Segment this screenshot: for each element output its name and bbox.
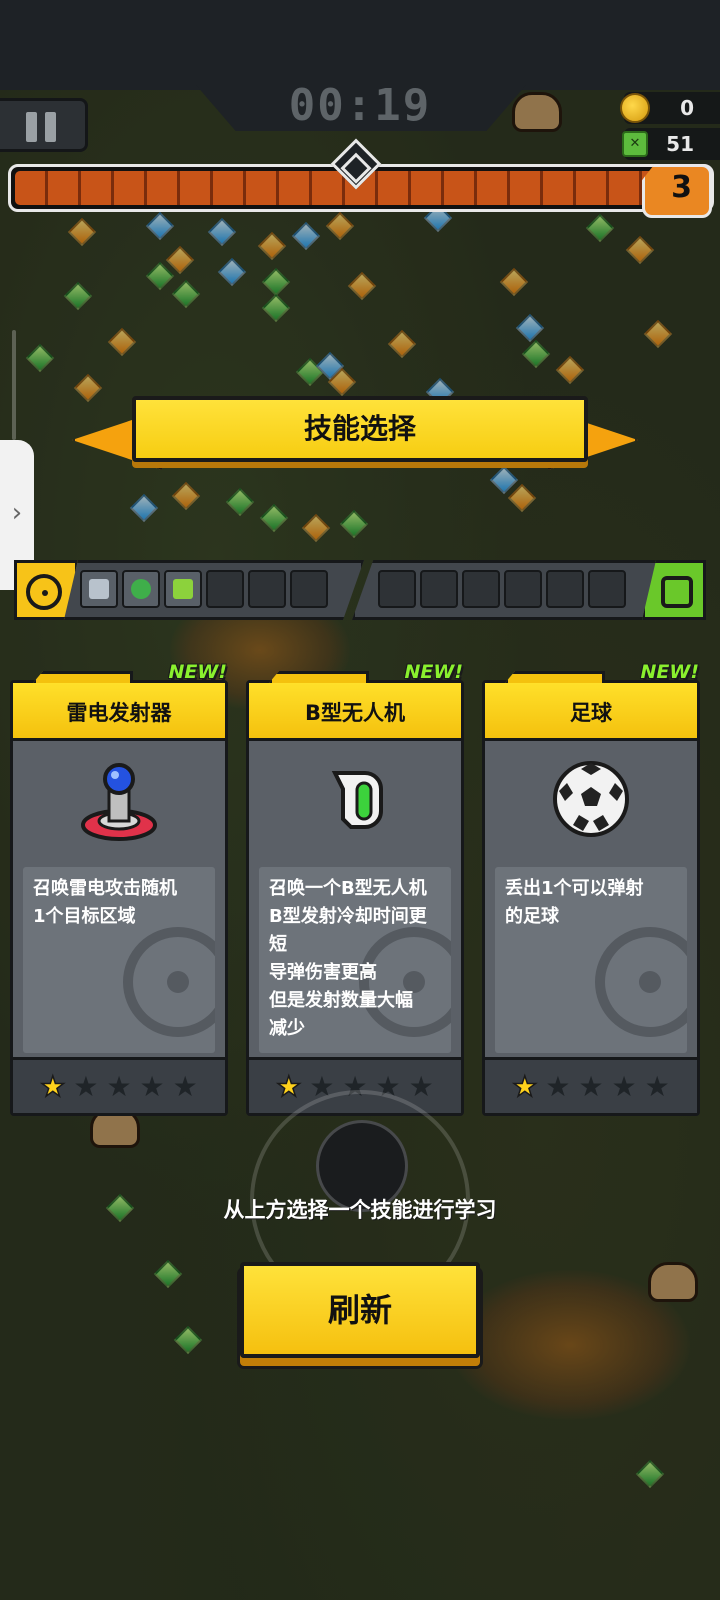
skill-card[interactable]: 足球 NEW! 丢出1个可以弹射 的足球 ★ ★ ★ ★ ★ [482, 661, 700, 1116]
skull-icon: ✕ [622, 131, 648, 157]
skill-card-description-box: 丢出1个可以弹射 的足球 [495, 867, 687, 1053]
star-icon: ★ [139, 1069, 165, 1103]
weapon-slot [80, 570, 118, 608]
passive-chip-icon [661, 576, 693, 608]
weapon-slot [164, 570, 202, 608]
instruction-text: 从上方选择一个技能进行学习 [223, 1198, 497, 1222]
skill-select-title: 技能选择 [132, 396, 588, 462]
skill-level-stars: ★ ★ ★ ★ ★ [13, 1057, 225, 1113]
skill-card[interactable]: 雷电发射器 NEW! 召唤雷电攻击随机 1个目标区域 ★ ★ ★ ★ ★ [10, 661, 228, 1116]
crosshair-icon [26, 574, 62, 610]
skill-card-description: 丢出1个可以弹射 的足球 [505, 878, 644, 927]
passive-slot [588, 570, 626, 608]
skill-level-stars: ★ ★ ★ ★ ★ [485, 1057, 697, 1113]
passive-slot [546, 570, 584, 608]
status-band [0, 0, 720, 90]
star-icon: ★ [511, 1069, 538, 1103]
passive-slot [462, 570, 500, 608]
weapon-slot [122, 570, 160, 608]
star-icon: ★ [611, 1069, 637, 1103]
card-tab [505, 671, 605, 683]
pause-button[interactable] [0, 98, 88, 152]
star-icon: ★ [39, 1069, 66, 1103]
skill-card-description-box: 召唤一个B型无人机 B型发射冷却时间更 短 导弹伤害更高 但是发射数量大幅 减少 [259, 867, 451, 1053]
star-icon: ★ [545, 1069, 571, 1103]
game-timer: 00:19 [288, 80, 432, 131]
weapon-slot [290, 570, 328, 608]
skill-card-title: 足球 [485, 683, 697, 741]
coin-icon [620, 93, 650, 123]
passive-slot [378, 570, 416, 608]
knife-icon [89, 579, 109, 599]
new-badge: NEW! [168, 661, 227, 683]
side-scroll-indicator [12, 330, 16, 440]
level-number: 3 [671, 170, 692, 205]
skill-card-description: 召唤雷电攻击随机 1个目标区域 [33, 878, 177, 927]
crosshair-watermark-icon [123, 927, 215, 1037]
skill-slots-bar [14, 560, 706, 620]
new-badge: NEW! [640, 661, 699, 683]
crosshair-watermark-icon [595, 927, 687, 1037]
drone-icon [249, 751, 461, 847]
new-badge: NEW! [404, 661, 463, 683]
xp-bar-fill [15, 171, 665, 205]
soccer-ball-icon [485, 751, 697, 847]
refresh-button[interactable]: 刷新 [240, 1262, 480, 1358]
star-icon: ★ [106, 1069, 132, 1103]
star-icon: ★ [275, 1069, 302, 1103]
lightning-launcher-icon [13, 751, 225, 847]
card-tab [269, 671, 369, 683]
star-icon: ★ [578, 1069, 604, 1103]
star-icon: ★ [408, 1069, 434, 1103]
skill-card-description-box: 召唤雷电攻击随机 1个目标区域 [23, 867, 215, 1053]
bomb-icon [131, 579, 151, 599]
star-icon: ★ [644, 1069, 670, 1103]
card-tab [33, 671, 133, 683]
skill-card-title: B型无人机 [249, 683, 461, 741]
skill-card[interactable]: B型无人机 NEW! 召唤一个B型无人机 B型发射冷却时间更 短 导弹伤害更高 但是… [246, 661, 464, 1116]
weapon-slot [206, 570, 244, 608]
passive-slot [420, 570, 458, 608]
star-icon: ★ [73, 1069, 99, 1103]
skill-card-title: 雷电发射器 [13, 683, 225, 741]
star-icon: ★ [172, 1069, 198, 1103]
bottle-icon [173, 579, 193, 599]
passive-slot [504, 570, 542, 608]
weapon-slot [248, 570, 286, 608]
